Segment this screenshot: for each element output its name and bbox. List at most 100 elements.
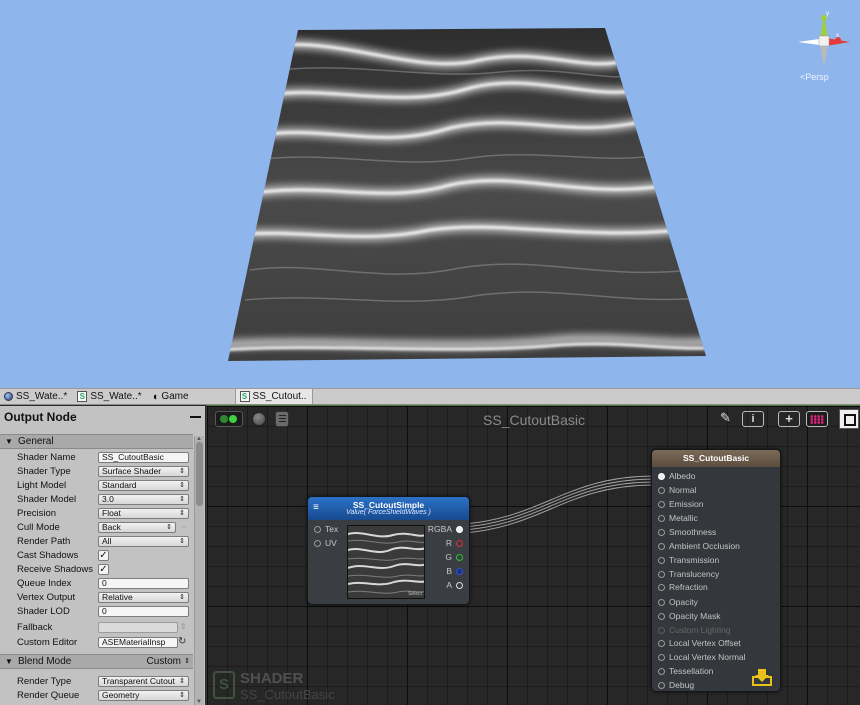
port-pin-icon[interactable]: [658, 654, 665, 661]
cull-mode-dropdown[interactable]: Back: [98, 522, 176, 533]
shader-name-input[interactable]: SS_CutoutBasic: [98, 452, 189, 463]
section-title: Blend Mode: [18, 656, 72, 667]
select-texture-button[interactable]: Select: [408, 591, 422, 597]
field-render-type: Render Type Transparent Cutout: [0, 675, 193, 689]
fallback-input[interactable]: [98, 622, 178, 633]
field-queue-index: Queue Index 0: [0, 577, 193, 591]
scroll-thumb[interactable]: [196, 442, 203, 506]
port-pin-icon[interactable]: [658, 682, 665, 689]
field-shader-lod: Shader LOD 0: [0, 605, 193, 619]
shader-type-dropdown[interactable]: Surface Shader: [98, 466, 189, 477]
port-pin-icon[interactable]: [658, 668, 665, 675]
output-node-panel: Output Node ▼ General Shader Name SS_Cut…: [0, 406, 205, 705]
node-title: SS_CutoutBasic: [682, 453, 750, 463]
minimize-icon[interactable]: [190, 416, 201, 418]
port-pin-icon[interactable]: [314, 526, 321, 533]
port-pin-icon[interactable]: [658, 613, 665, 620]
shader-lod-input[interactable]: 0: [98, 606, 189, 617]
node-header[interactable]: ≡ SS_CutoutSimple Value( ForceShieldWave…: [308, 497, 469, 520]
port-label: A: [446, 580, 452, 590]
port-pin-icon[interactable]: [658, 529, 665, 536]
expand-arrow-icon: ▼: [5, 657, 13, 666]
port-label: Opacity: [669, 597, 698, 607]
field-label: Render Path: [17, 536, 71, 547]
vertex-output-dropdown[interactable]: Relative: [98, 592, 189, 603]
reset-icon[interactable]: ↻: [178, 636, 186, 647]
port-pin-icon[interactable]: [658, 640, 665, 647]
port-pin-icon[interactable]: [314, 540, 321, 547]
field-label: Cull Mode: [17, 522, 60, 533]
shader-model-dropdown[interactable]: 3.0: [98, 494, 189, 505]
texture-preview[interactable]: Select: [347, 525, 425, 599]
blend-mode-value[interactable]: Custom: [147, 655, 181, 668]
sphere-icon: [4, 392, 13, 401]
field-label: Cast Shadows: [17, 550, 79, 561]
port-pin-icon: [658, 627, 665, 634]
panel-scrollbar[interactable]: ▲ ▼: [194, 436, 204, 705]
port-pin-icon[interactable]: [658, 584, 665, 591]
node-header[interactable]: SS_CutoutBasic: [652, 450, 780, 467]
port-pin-icon[interactable]: [658, 599, 665, 606]
port-pin-icon[interactable]: [456, 540, 463, 547]
link-icon[interactable]: ⇔: [180, 522, 188, 531]
queue-index-input[interactable]: 0: [98, 578, 189, 589]
tab-label: SS_Wate..*: [90, 391, 142, 402]
save-shader-icon[interactable]: [752, 668, 772, 686]
field-label: Shader Name: [17, 452, 76, 463]
port-pin-icon[interactable]: [456, 554, 463, 561]
scene-view[interactable]: x y <Persp: [0, 0, 860, 388]
port-pin-icon[interactable]: [658, 501, 665, 508]
field-label: Vertex Output: [17, 592, 76, 603]
tab-ss-water-2[interactable]: S SS_Wate..*: [73, 389, 147, 404]
port-pin-icon[interactable]: [658, 543, 665, 550]
port-label: Ambient Occlusion: [669, 541, 740, 551]
section-blend-mode[interactable]: ▼ Blend Mode Custom ⇕: [0, 654, 193, 669]
projection-label[interactable]: <Persp: [800, 72, 829, 82]
port-label: Metallic: [669, 513, 698, 523]
water-plane[interactable]: [0, 0, 860, 388]
section-general[interactable]: ▼ General: [0, 434, 193, 449]
port-pin-icon[interactable]: [456, 582, 463, 589]
light-model-dropdown[interactable]: Standard: [98, 480, 189, 491]
port-pin-icon[interactable]: [456, 568, 463, 575]
render-path-dropdown[interactable]: All: [98, 536, 189, 547]
port-label: Local Vertex Normal: [669, 652, 746, 662]
node-subtitle: Value( ForceShieldWaves ): [346, 509, 431, 516]
port-pin-icon[interactable]: [658, 515, 665, 522]
field-label: Shader LOD: [17, 606, 70, 617]
fallback-stepper-icon[interactable]: ⇕: [180, 622, 187, 631]
render-queue-dropdown[interactable]: Geometry: [98, 690, 189, 701]
field-label: Render Queue: [17, 690, 80, 701]
tab-game[interactable]: ◖ Game: [148, 389, 195, 404]
field-render-path: Render Path All: [0, 535, 193, 549]
field-cull-mode: Cull Mode Back ⇔: [0, 521, 193, 535]
custom-editor-input[interactable]: ASEMaterialInsp: [98, 637, 178, 648]
port-label: Normal: [669, 485, 697, 495]
port-pin-icon[interactable]: [658, 473, 665, 480]
port-pin-icon[interactable]: [658, 557, 665, 564]
field-light-model: Light Model Standard: [0, 479, 193, 493]
cast-shadows-checkbox[interactable]: ✓: [98, 550, 109, 561]
render-type-dropdown[interactable]: Transparent Cutout: [98, 676, 189, 687]
port-label: RGBA: [427, 524, 452, 534]
svg-text:x: x: [836, 33, 839, 39]
precision-dropdown[interactable]: Float: [98, 508, 189, 519]
receive-shadows-checkbox[interactable]: ✓: [98, 564, 109, 575]
texture-sample-node[interactable]: ≡ SS_CutoutSimple Value( ForceShieldWave…: [307, 496, 470, 605]
field-vertex-output: Vertex Output Relative: [0, 591, 193, 605]
svg-text:y: y: [826, 11, 829, 17]
panel-title: Output Node: [4, 410, 77, 424]
shader-icon: S: [239, 391, 250, 402]
tab-ss-cutout[interactable]: S SS_Cutout..: [234, 389, 314, 404]
port-pin-icon[interactable]: [658, 571, 665, 578]
port-pin-icon[interactable]: [658, 487, 665, 494]
scroll-down-icon[interactable]: ▼: [196, 699, 202, 705]
camera-icon: ◖: [151, 390, 159, 403]
tab-ss-water-1[interactable]: SS_Wate..*: [0, 389, 73, 404]
orientation-gizmo-icon[interactable]: x y: [792, 6, 856, 82]
port-label: Smoothness: [669, 527, 717, 537]
shader-graph-canvas[interactable]: SS_CutoutBasic ✎ i + ≡ SS_CutoutSimple V…: [206, 405, 860, 705]
port-pin-icon[interactable]: [456, 526, 463, 533]
output-master-node[interactable]: SS_CutoutBasic Albedo Normal Emission Me…: [651, 449, 781, 692]
shader-icon: S: [77, 391, 88, 402]
